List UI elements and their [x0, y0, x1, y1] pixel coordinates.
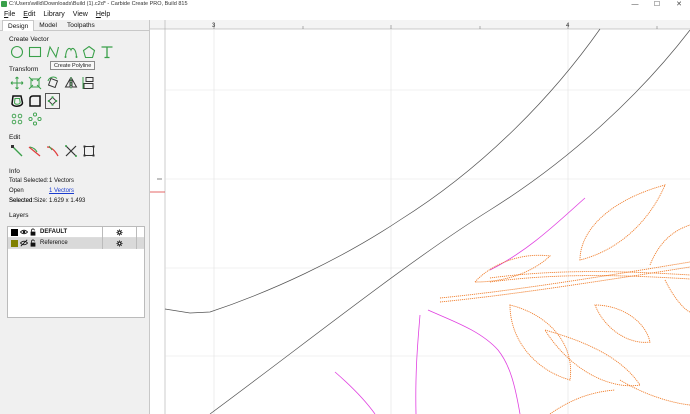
total-selected-value: 1 Vectors — [49, 178, 75, 184]
edit-heading: Edit — [9, 134, 21, 141]
scale-tool-icon[interactable] — [27, 75, 42, 91]
curve-tool-icon[interactable] — [63, 44, 78, 60]
transform-tools-row-3 — [0, 111, 149, 127]
node-edit-tool-icon[interactable] — [45, 93, 60, 109]
create-vector-tools — [0, 44, 149, 60]
window-title: C:\Users\willd\Downloads\Build (1).c2d* … — [9, 1, 188, 7]
layer-name-reference: Reference — [40, 240, 68, 246]
maximize-button[interactable]: ☐ — [646, 0, 668, 8]
menu-edit[interactable]: Edit — [19, 11, 39, 18]
join-tool-icon[interactable] — [45, 143, 60, 159]
open-selected-link[interactable]: 1 Vectors — [49, 186, 74, 196]
horizontal-ruler — [150, 20, 690, 29]
layer-settings-button[interactable] — [102, 237, 137, 249]
minimize-button[interactable]: — — [624, 0, 646, 8]
circle-tool-icon[interactable] — [9, 44, 24, 60]
info-heading: Info — [9, 168, 20, 175]
orange-leaf-vectors[interactable] — [439, 184, 690, 414]
transform-tools-row-1 — [0, 75, 149, 91]
menu-file-label: ile — [8, 10, 16, 18]
menu-library-label: Library — [43, 10, 65, 18]
tab-toolpaths[interactable]: Toolpaths — [62, 20, 100, 31]
boolean-tool-icon[interactable] — [81, 143, 96, 159]
offset-tool-icon[interactable] — [9, 93, 24, 109]
tab-design[interactable]: Design — [2, 20, 35, 31]
menu-file[interactable]: File — [0, 11, 19, 18]
layers-list: DEFAULT Reference — [7, 226, 145, 318]
canvas-drawing[interactable]: 3 4 — [150, 20, 690, 414]
polygon-tool-icon[interactable] — [81, 44, 96, 60]
menu-view[interactable]: View — [69, 11, 92, 18]
outer-guide-vector[interactable] — [209, 29, 690, 414]
canvas-grid — [165, 29, 690, 414]
design-canvas[interactable]: 3 4 — [150, 20, 690, 414]
transform-tools-row-2 — [0, 93, 149, 109]
selected-size-line: Selected Size: 1.629 x 1.493 — [0, 196, 149, 206]
gear-icon — [116, 239, 123, 247]
eye-hidden-icon[interactable] — [20, 239, 28, 247]
title-bar: C:\Users\willd\Downloads\Build (1).c2d* … — [0, 0, 690, 8]
tab-model[interactable]: Model — [34, 20, 62, 31]
fillet-tool-icon[interactable] — [27, 93, 42, 109]
text-tool-icon[interactable] — [99, 44, 114, 60]
mirror-tool-icon[interactable] — [63, 75, 78, 91]
rotate-tool-icon[interactable] — [45, 75, 60, 91]
node-select-tool-icon[interactable] — [9, 143, 24, 159]
menu-edit-label: dit — [27, 10, 36, 18]
lock-icon[interactable] — [29, 239, 37, 247]
design-panel: Design Model Toolpaths Create Vector Cre… — [0, 20, 150, 414]
layer-row-reference[interactable]: Reference — [8, 237, 144, 249]
circular-array-tool-icon[interactable] — [27, 111, 42, 127]
polyline-tooltip: Create Polyline — [50, 61, 96, 70]
selected-size-label: Selected Size: — [9, 198, 48, 204]
polyline-tool-icon[interactable] — [45, 44, 60, 60]
cut-vector-tool-icon[interactable] — [63, 143, 78, 159]
menu-library[interactable]: Library — [39, 11, 68, 18]
selected-size-value: 1.629 x 1.493 — [49, 198, 86, 204]
close-button[interactable]: ✕ — [668, 0, 690, 8]
eye-icon[interactable] — [20, 228, 28, 236]
menu-view-label: View — [72, 10, 88, 18]
move-tool-icon[interactable] — [9, 75, 24, 91]
create-vector-heading: Create Vector — [9, 36, 49, 43]
selected-polyline-vector[interactable] — [164, 28, 601, 314]
open-selected-label: Open Selected: — [9, 188, 35, 204]
magenta-vectors[interactable] — [334, 197, 586, 414]
layer-color-swatch[interactable] — [11, 239, 18, 247]
layer-color-swatch[interactable] — [11, 228, 18, 236]
layer-settings-button[interactable] — [102, 226, 137, 238]
gear-icon — [116, 228, 123, 236]
lock-icon[interactable] — [29, 228, 37, 236]
align-tool-icon[interactable] — [81, 75, 96, 91]
trim-tool-icon[interactable] — [27, 143, 42, 159]
layer-row-default[interactable]: DEFAULT — [8, 226, 144, 238]
rectangle-tool-icon[interactable] — [27, 44, 42, 60]
menu-bar: File Edit Library View Help — [0, 8, 690, 20]
total-selected-line: Total Selected: 1 Vectors — [0, 176, 149, 186]
total-selected-label: Total Selected: — [9, 178, 49, 184]
panel-tabs: Design Model Toolpaths — [0, 20, 149, 31]
layer-name-default: DEFAULT — [40, 229, 68, 235]
array-tool-icon[interactable] — [9, 111, 24, 127]
open-selected-line: Open Selected: 1 Vectors — [0, 186, 149, 204]
layers-heading: Layers — [9, 212, 29, 219]
app-icon — [1, 1, 7, 7]
menu-help[interactable]: Help — [92, 11, 114, 18]
edit-tools — [0, 143, 149, 159]
menu-help-label: elp — [100, 10, 111, 18]
